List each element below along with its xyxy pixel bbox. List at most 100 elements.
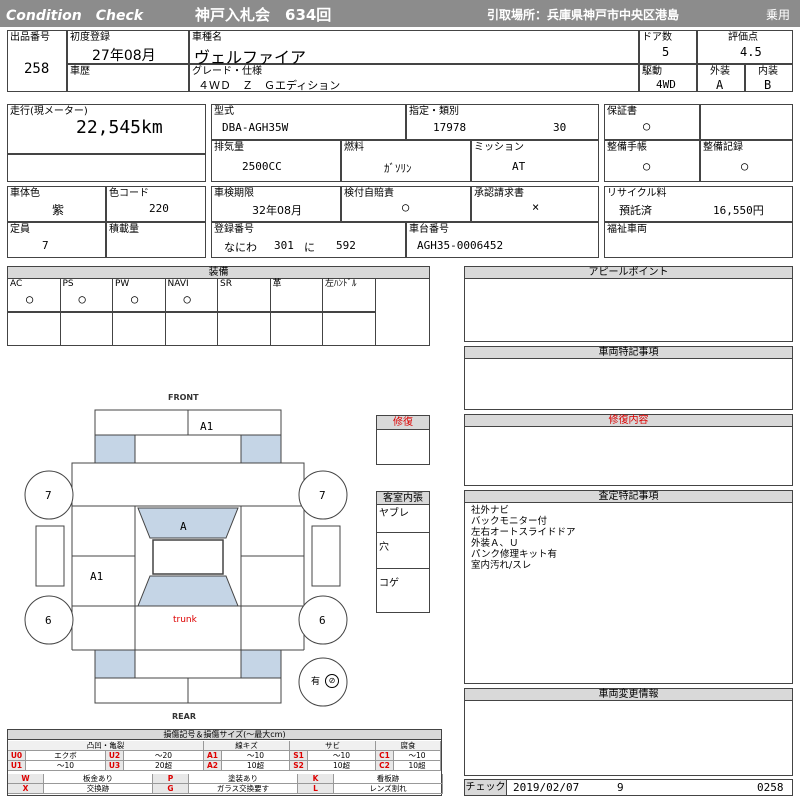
name-label: 車種名	[192, 32, 222, 43]
equipment-value: ○	[131, 292, 139, 306]
equipment-empty-cell	[59, 312, 113, 346]
capacity-label: 定員	[10, 224, 30, 235]
equipment-cell: PS ○	[59, 278, 113, 312]
header-bar: Condition Check 神戸入札会 634回 引取場所：兵庫県神戸市中央…	[0, 0, 800, 27]
color-label: 車体色	[10, 188, 40, 199]
trunk-label: trunk	[173, 615, 197, 625]
score-box: 評価点 4.5	[697, 30, 793, 64]
insurance-box: 検付自賠責 ○	[341, 186, 471, 222]
check-date: 2019/02/07	[513, 781, 580, 794]
mark-rear-left-wheel: 6	[45, 614, 52, 627]
inspection-value: 32年08月	[252, 204, 302, 217]
approval-value: ×	[532, 200, 540, 214]
assessment-panel: 査定特記事項 社外ナビ バックモニター付 左右オートスライドドア 外装Ａ、Ｕ パンク修理…	[464, 490, 793, 684]
load-box: 積載量	[106, 222, 206, 258]
first-reg-label: 初度登録	[70, 32, 110, 43]
score-value: 4.5	[740, 45, 762, 59]
designation-label: 指定・類別	[409, 106, 459, 117]
warranty-label: 保証書	[607, 106, 637, 117]
repair-detail-title: 修復内容	[465, 415, 792, 427]
drive-box: 駆動 4WD	[639, 64, 697, 92]
displacement-box: 排気量 2500CC	[211, 140, 341, 182]
legend-code: A1	[204, 751, 222, 761]
exterior-value: A	[716, 78, 724, 92]
assessment-title: 査定特記事項	[465, 491, 792, 503]
warranty-box: 保証書 ○	[604, 104, 700, 140]
record-value: ○	[741, 159, 749, 173]
color-code-box: 色コード 220	[106, 186, 206, 222]
legend-code: G	[153, 784, 189, 794]
interior-item-hole: 穴	[379, 542, 389, 553]
equipment-empty-cell	[164, 312, 218, 346]
assessment-line: 社外ナビ	[471, 505, 510, 516]
legend-code: U2	[106, 751, 124, 761]
legend-col-header: 腐食	[376, 741, 441, 751]
legend-code: U0	[8, 751, 26, 761]
load-label: 積載量	[109, 224, 139, 235]
legend-desc: 看板跡	[334, 774, 443, 784]
mission-label: ミッション	[474, 142, 524, 153]
mark-rear-right-wheel: 6	[319, 614, 326, 627]
approval-box: 承認請求書 ×	[471, 186, 599, 222]
legend-desc: 〜10	[394, 751, 441, 761]
model-value: DBA-AGH35W	[222, 121, 289, 134]
front-label: FRONT	[168, 393, 199, 402]
mileage-extra-box	[7, 154, 206, 182]
approval-label: 承認請求書	[474, 188, 524, 199]
model-box: 型式 DBA-AGH35W	[211, 104, 406, 140]
legend-title: 損傷記号＆損傷サイズ(〜最大cm)	[8, 730, 441, 740]
capacity-value: 7	[42, 239, 49, 252]
legend-desc: 20超	[124, 761, 204, 771]
legend-desc: レンズ割れ	[334, 784, 443, 794]
fuel-box: 燃料 ｶﾞｿﾘﾝ	[341, 140, 471, 182]
lot-label: 出品番号	[10, 32, 50, 43]
legend-col-header: サビ	[290, 741, 376, 751]
drive-label: 駆動	[642, 66, 662, 77]
equipment-cell: 革	[269, 278, 323, 312]
plate-kana: に	[304, 241, 315, 254]
name-box: 車種名 ヴェルファイア	[189, 30, 639, 67]
check-code: 0258	[757, 781, 784, 794]
designation-value: 17978	[433, 121, 467, 134]
appeal-title: アピールポイント	[465, 267, 792, 279]
interior-value: B	[764, 78, 772, 92]
legend-col-header: 凸凹・亀裂	[8, 741, 204, 751]
assessment-line: 外装Ａ、Ｕ	[471, 538, 519, 549]
welfare-box: 福祉車両	[604, 222, 793, 258]
recycle-fee: 16,550円	[713, 204, 764, 217]
manual-value: ○	[643, 159, 651, 173]
check-label: チェック	[465, 780, 507, 795]
assessment-line: バックモニター付	[471, 516, 548, 527]
displacement-label: 排気量	[214, 142, 244, 153]
inspection-box: 車検期限 32年08月	[211, 186, 341, 222]
interior-label: 内装	[758, 66, 778, 77]
mileage-box: 走行(現メーター) 22,545km	[7, 104, 206, 154]
equipment-value: ○	[78, 292, 86, 306]
recycle-status: 預託済	[619, 204, 652, 217]
lot-box: 出品番号 258	[7, 30, 67, 92]
warranty-extra-box	[700, 104, 793, 140]
doors-value: 5	[662, 45, 670, 59]
first-reg-box: 初度登録 27年08月	[67, 30, 189, 64]
legend-desc: 〜10	[308, 751, 376, 761]
legend-code: W	[8, 774, 44, 784]
mission-value: AT	[512, 160, 526, 173]
rear-label: REAR	[172, 712, 196, 721]
chassis-value: AGH35-0006452	[417, 239, 504, 252]
first-reg-value: 27年08月	[92, 48, 156, 64]
lot-number: 258	[24, 61, 50, 77]
grade-box: グレード・仕様 ４ＷＤ Ｚ Ｇエディション	[189, 64, 639, 92]
equipment-empty-cell	[217, 312, 271, 346]
legend-code: L	[298, 784, 334, 794]
equipment-label: PS	[62, 279, 74, 289]
equipment-value: ○	[183, 292, 191, 306]
special-panel: 車両特記事項	[464, 346, 793, 410]
record-box: 整備記録 ○	[700, 140, 793, 182]
equipment-cell: PW ○	[112, 278, 166, 312]
legend-desc: エクボ	[26, 751, 106, 761]
equipment-label: AC	[10, 279, 23, 289]
interior-trim-title: 客室内張	[377, 492, 429, 505]
legend-code: S2	[290, 761, 308, 771]
warranty-value: ○	[643, 119, 651, 133]
legend-code: A2	[204, 761, 222, 771]
